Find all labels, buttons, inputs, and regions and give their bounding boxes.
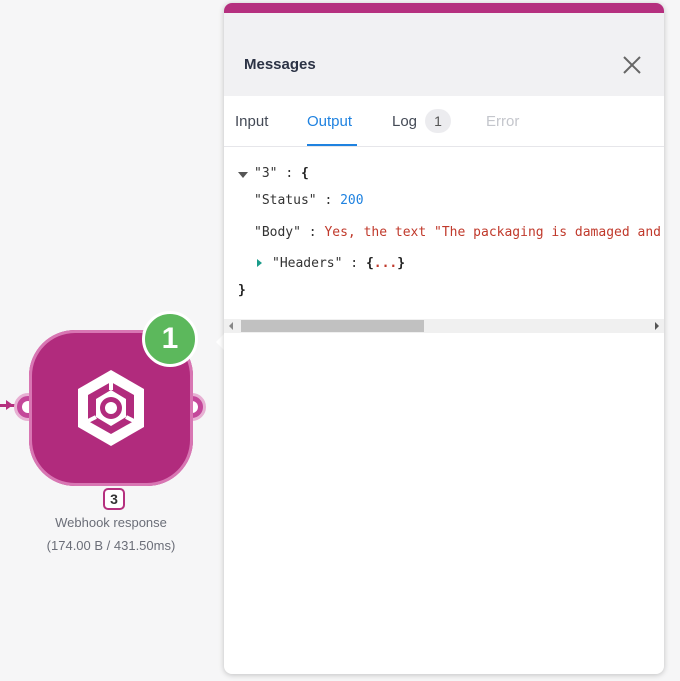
- status-value: 200: [340, 193, 364, 208]
- panel-title: Messages: [244, 56, 316, 73]
- close-icon[interactable]: [620, 53, 644, 77]
- active-tab-indicator: [307, 144, 357, 146]
- headers-line: "Headers" : {...}: [272, 256, 405, 271]
- tab-error[interactable]: Error: [486, 113, 519, 130]
- scrollbar-thumb[interactable]: [241, 320, 424, 332]
- body-colon: :: [308, 225, 317, 240]
- tab-output[interactable]: Output: [307, 113, 352, 130]
- status-colon: :: [324, 193, 333, 208]
- headers-close-brace: }: [397, 256, 406, 271]
- log-count-badge: 1: [425, 109, 451, 133]
- body-key: "Body": [254, 225, 301, 240]
- headers-collapsed[interactable]: ...: [374, 256, 397, 271]
- root-colon: :: [285, 166, 294, 181]
- root-open-brace: {: [300, 166, 309, 181]
- scroll-left-icon[interactable]: [229, 322, 233, 330]
- link-arrow-icon: [6, 400, 13, 410]
- operations-count-badge[interactable]: 1: [142, 311, 198, 367]
- module-name: Webhook response: [55, 515, 167, 530]
- panel-header: Messages: [224, 13, 664, 96]
- root-line: "3" : {: [254, 166, 309, 181]
- panel-tabs: Input Output Log 1 Error: [224, 96, 664, 147]
- expand-triangle-icon[interactable]: [257, 259, 262, 267]
- tab-input[interactable]: Input: [235, 113, 268, 130]
- webhook-hexagon-icon: [78, 370, 144, 446]
- body-value: Yes, the text "The packaging is damaged …: [324, 225, 661, 240]
- webhook-response-module[interactable]: 1 3 Webhook response (174.00 B / 431.50m…: [0, 300, 230, 560]
- horizontal-scrollbar[interactable]: [224, 319, 664, 333]
- output-tree: "3" : { "Status" : 200 "Body" : Yes, the…: [224, 147, 664, 319]
- root-close-line: }: [238, 283, 246, 298]
- module-id-badge: 3: [103, 488, 125, 510]
- collapse-triangle-icon[interactable]: [238, 172, 248, 178]
- headers-colon: :: [350, 256, 359, 271]
- panel-accent-bar: [224, 3, 664, 13]
- body-line: "Body" : Yes, the text "The packaging is…: [254, 225, 661, 240]
- messages-panel: Messages Input Output Log 1 Error "3" : …: [224, 3, 664, 674]
- module-stats: (174.00 B / 431.50ms): [46, 538, 176, 553]
- root-key: "3": [254, 166, 278, 181]
- scroll-right-icon[interactable]: [655, 322, 659, 330]
- root-close-brace: }: [238, 283, 246, 298]
- status-key: "Status": [254, 193, 317, 208]
- tab-log[interactable]: Log: [392, 113, 417, 130]
- headers-open-brace: {: [365, 256, 374, 271]
- status-line: "Status" : 200: [254, 193, 364, 208]
- headers-key: "Headers": [272, 256, 343, 271]
